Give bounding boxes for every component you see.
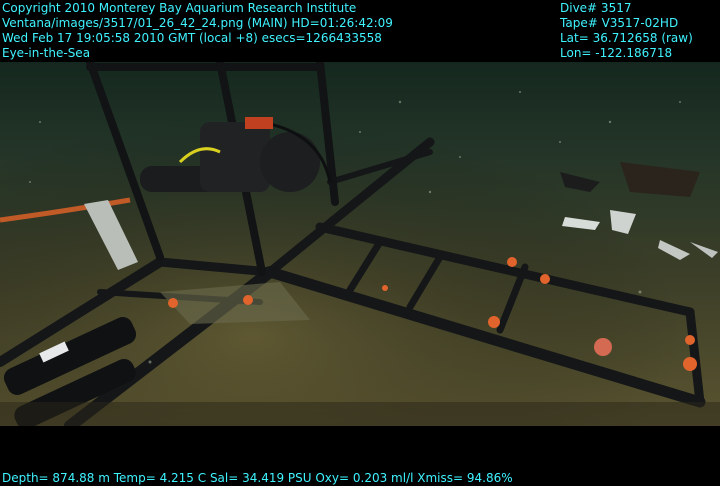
seafloor-scene <box>0 62 720 426</box>
project-line: Eye-in-the-Sea <box>2 46 91 60</box>
latitude: Lat= 36.712658 (raw) <box>560 31 693 45</box>
overlay-top-left: Copyright 2010 Monterey Bay Aquarium Res… <box>2 0 393 60</box>
image-path-line: Ventana/images/3517/01_26_42_24.png (MAI… <box>2 16 393 30</box>
overlay-top-right: Dive# 3517 Tape# V3517-02HD Lat= 36.7126… <box>560 0 693 60</box>
frame-shadow <box>0 402 720 426</box>
copyright-line: Copyright 2010 Monterey Bay Aquarium Res… <box>2 1 357 15</box>
longitude: Lon= -122.186718 <box>560 46 673 60</box>
tape-number: Tape# V3517-02HD <box>560 16 679 30</box>
sensor-readout: Depth= 874.88 m Temp= 4.215 C Sal= 34.41… <box>2 471 513 485</box>
dive-number: Dive# 3517 <box>560 1 632 15</box>
timestamp-line: Wed Feb 17 19:05:58 2010 GMT (local +8) … <box>2 31 382 45</box>
